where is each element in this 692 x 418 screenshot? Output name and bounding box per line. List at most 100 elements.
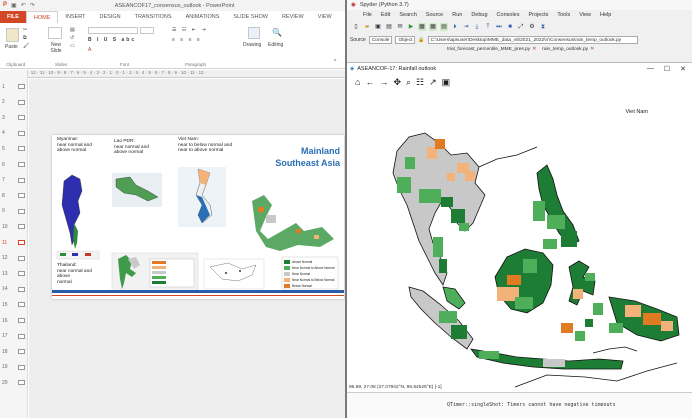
tab-animations[interactable]: ANIMATIONS	[179, 11, 227, 23]
slide-thumbnail[interactable]: 13	[2, 269, 26, 278]
bullet-list-icon[interactable]: ☰ ☷ ⇤ ⇥	[172, 27, 208, 33]
working-directory-path[interactable]: C:\Users\apsuser\Desktop\MME_data_v5\202…	[427, 35, 638, 44]
save-icon[interactable]: ▣	[374, 23, 382, 31]
tab-view[interactable]: VIEW	[311, 11, 339, 23]
lock-icon[interactable]: 🔒	[418, 37, 424, 43]
back-icon[interactable]: ←	[365, 77, 374, 87]
slide-thumbnail[interactable]: 10	[2, 222, 26, 231]
menu-consoles[interactable]: Consoles	[497, 12, 520, 18]
run-icon[interactable]: ▶	[407, 23, 415, 31]
stop-icon[interactable]: ■	[506, 23, 514, 31]
close-tab-icon[interactable]: ✕	[590, 47, 594, 52]
drawing-button[interactable]: Drawing	[243, 42, 261, 48]
font-size-input[interactable]	[140, 27, 154, 34]
slide-thumbnail[interactable]: 2	[2, 98, 26, 107]
preferences-icon[interactable]: ⚙	[528, 23, 536, 31]
tab-file[interactable]: FILE	[0, 11, 26, 23]
redo-icon[interactable]: ↷	[30, 2, 35, 9]
collapse-ribbon-icon[interactable]: ^	[334, 59, 336, 65]
step-return-icon[interactable]: ⤒	[484, 23, 492, 31]
pan-icon[interactable]: ✥	[393, 77, 401, 88]
debug-icon[interactable]: ⏵	[451, 23, 459, 31]
reset-icon[interactable]: ↺	[70, 35, 74, 41]
align-icons[interactable]: ≡ ≡ ≡ ≡	[172, 37, 202, 43]
editing-button[interactable]: Editing	[268, 42, 283, 48]
undo-icon[interactable]: ↶	[21, 2, 26, 9]
paste-button[interactable]: Paste	[5, 44, 18, 50]
menu-file[interactable]: File	[363, 12, 372, 18]
maximize-pane-icon[interactable]: ⤢	[517, 23, 525, 31]
menu-source[interactable]: Source	[426, 12, 443, 18]
slide-thumbnail[interactable]: 11	[2, 238, 26, 247]
slide-thumbnail[interactable]: 18	[2, 347, 26, 356]
menu-view[interactable]: View	[579, 12, 591, 18]
slide-thumbnail[interactable]: 15	[2, 300, 26, 309]
slide-thumbnail[interactable]: 3	[2, 113, 26, 122]
save-icon[interactable]: ▣	[11, 2, 17, 9]
open-file-icon[interactable]: ▰	[363, 23, 371, 31]
font-color-icon[interactable]: A	[88, 47, 91, 53]
slide-thumbnail[interactable]: 12	[2, 254, 26, 263]
step-icon[interactable]: ⇥	[462, 23, 470, 31]
console-select[interactable]: Console	[368, 35, 393, 44]
slide-thumbnail[interactable]: 9	[2, 207, 26, 216]
tab-transitions[interactable]: TRANSITIONS	[128, 11, 179, 23]
tab-insert[interactable]: INSERT	[58, 11, 92, 23]
slide-thumbnail[interactable]: 19	[2, 363, 26, 372]
tab-slide-show[interactable]: SLIDE SHOW	[226, 11, 275, 23]
slide-thumbnail[interactable]: 16	[2, 316, 26, 325]
rainfall-outlook-map[interactable]	[347, 91, 692, 391]
maximize-icon[interactable]: ☐	[664, 65, 670, 73]
menu-edit[interactable]: Edit	[381, 12, 390, 18]
run-selection-icon[interactable]: ▤	[440, 22, 448, 31]
email-icon[interactable]: ✉	[396, 23, 404, 31]
font-name-input[interactable]	[88, 27, 138, 34]
slide-thumbnail[interactable]: 1	[2, 82, 26, 91]
minimize-icon[interactable]: —	[647, 65, 654, 73]
menu-tools[interactable]: Tools	[557, 12, 570, 18]
run-cell-advance-icon[interactable]: ▦	[429, 22, 437, 31]
file-tab-forecast[interactable]: trial_forecast_percentile_MME_pres.py ✕	[447, 47, 536, 52]
continue-icon[interactable]: ⏭	[495, 23, 503, 31]
edit-axis-icon[interactable]: ↗	[429, 77, 437, 88]
legend-swatch-near-below	[284, 278, 290, 282]
tab-review[interactable]: REVIEW	[275, 11, 311, 23]
python-path-icon[interactable]: ⧗	[539, 23, 547, 31]
configure-subplots-icon[interactable]: ☷	[416, 77, 424, 88]
object-select[interactable]: Object	[395, 35, 416, 44]
home-icon[interactable]: ⌂	[355, 77, 360, 87]
forward-icon[interactable]: →	[379, 77, 388, 87]
slide-thumbnail[interactable]: 20	[2, 378, 26, 387]
save-figure-icon[interactable]: ▣	[442, 77, 451, 88]
new-file-icon[interactable]: ▯	[352, 23, 360, 31]
close-tab-icon[interactable]: ✕	[532, 47, 536, 52]
slide-thumbnail[interactable]: 6	[2, 160, 26, 169]
font-format-buttons[interactable]: B I U S abc	[88, 37, 136, 43]
slide-thumbnail[interactable]: 4	[2, 129, 26, 138]
save-all-icon[interactable]: ▤	[385, 23, 393, 31]
format-painter-icon[interactable]: 🖌	[23, 43, 29, 49]
section-icon[interactable]: ▭	[70, 43, 75, 49]
slide-thumbnail[interactable]: 5	[2, 144, 26, 153]
copy-icon[interactable]: ⧉	[23, 35, 27, 41]
slide-thumbnail[interactable]: 17	[2, 332, 26, 341]
slide-thumbnail[interactable]: 8	[2, 191, 26, 200]
new-slide-button[interactable]: New Slide	[45, 42, 67, 54]
current-slide[interactable]: Myanmar: near normal and above normal La…	[52, 135, 344, 299]
file-tab-outlook[interactable]: rain_temp_outlook.py ✕	[542, 47, 594, 52]
zoom-icon[interactable]: ⌕	[406, 77, 411, 88]
tab-design[interactable]: DESIGN	[93, 11, 128, 23]
close-icon[interactable]: ✕	[680, 65, 686, 73]
slide-thumbnail[interactable]: 7	[2, 176, 26, 185]
menu-projects[interactable]: Projects	[528, 12, 548, 18]
layout-icon[interactable]: ▤	[70, 27, 75, 33]
step-into-icon[interactable]: ⤓	[473, 23, 481, 31]
menu-search[interactable]: Search	[399, 12, 416, 18]
menu-help[interactable]: Help	[600, 12, 611, 18]
run-cell-icon[interactable]: ▦	[418, 22, 426, 31]
tab-home[interactable]: HOME	[25, 11, 59, 23]
menu-debug[interactable]: Debug	[471, 12, 487, 18]
slide-thumbnail[interactable]: 14	[2, 285, 26, 294]
menu-run[interactable]: Run	[452, 12, 462, 18]
cut-icon[interactable]: ✂	[23, 27, 27, 33]
